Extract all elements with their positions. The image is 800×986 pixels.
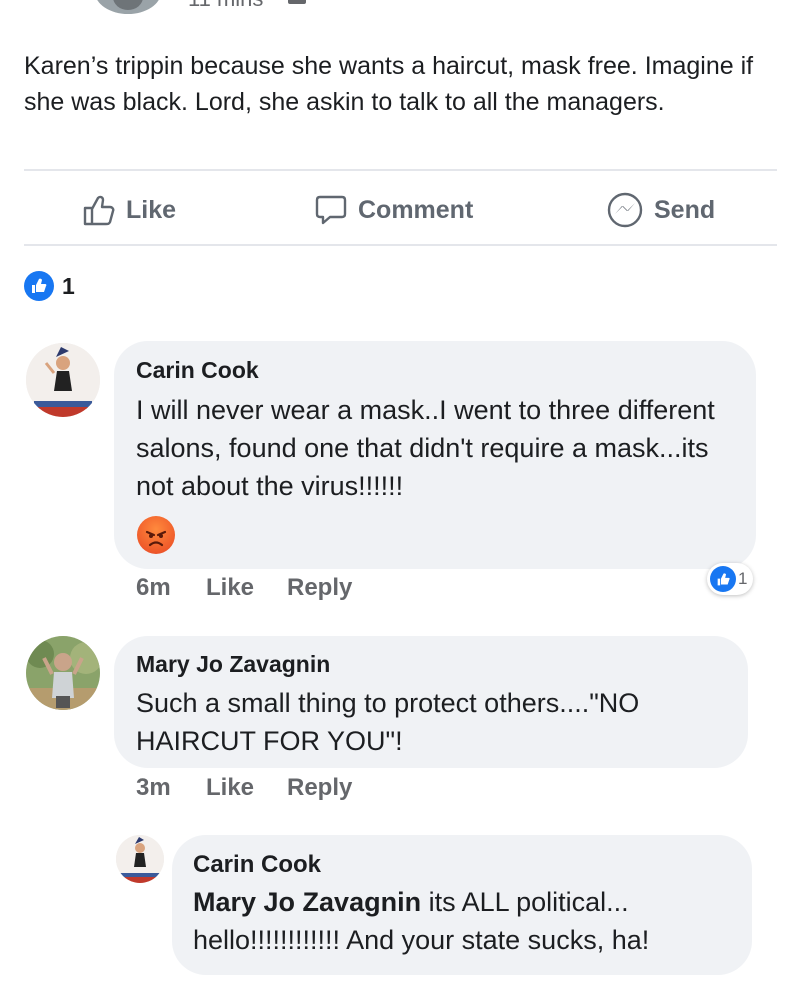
reply-name[interactable]: Carin Cook <box>193 851 321 879</box>
comment-like-link[interactable]: Like <box>206 574 254 602</box>
comment-reaction-badge[interactable]: 1 <box>707 563 754 595</box>
comment-reaction-count: 1 <box>738 569 748 588</box>
author-avatar[interactable] <box>95 0 161 14</box>
angry-reaction-icon <box>137 516 175 554</box>
reaction-count: 1 <box>62 272 75 299</box>
send-label: Send <box>654 195 716 224</box>
commenter-avatar[interactable] <box>26 636 100 710</box>
comment-text: Such a small thing to protect others....… <box>136 688 640 756</box>
send-button[interactable]: Send <box>606 190 715 230</box>
comment-text: I will never wear a mask..I went to thre… <box>136 395 715 501</box>
comment-icon <box>314 193 348 227</box>
comment-like-link[interactable]: Like <box>206 774 254 802</box>
reply-text: Mary Jo Zavagnin its ALL political... he… <box>193 883 738 959</box>
comment-time: 3m <box>136 774 171 801</box>
divider <box>24 169 777 171</box>
like-button[interactable]: Like <box>82 190 176 230</box>
privacy-icon <box>288 0 306 4</box>
like-reaction-icon <box>24 271 54 301</box>
reply-avatar[interactable] <box>116 835 164 883</box>
comment-time: 6m <box>136 574 171 601</box>
commenter-avatar[interactable] <box>26 343 100 417</box>
comment-reply-link[interactable]: Reply <box>287 774 352 802</box>
comment-button[interactable]: Comment <box>314 190 473 230</box>
comment-meta: 3m Like Reply <box>136 774 436 806</box>
comment-label: Comment <box>358 195 474 224</box>
comment-reply-link[interactable]: Reply <box>287 574 352 602</box>
commenter-name[interactable]: Mary Jo Zavagnin <box>136 651 330 678</box>
like-reaction-icon <box>710 566 736 592</box>
like-icon <box>82 193 116 227</box>
mention-link[interactable]: Mary Jo Zavagnin <box>193 887 421 917</box>
commenter-name[interactable]: Carin Cook <box>136 357 259 384</box>
divider <box>24 244 777 246</box>
like-label: Like <box>126 195 177 224</box>
reaction-summary[interactable]: 1 <box>24 271 75 301</box>
post-timestamp: 11 mins <box>188 0 263 12</box>
messenger-icon <box>606 191 644 229</box>
post-text: Karen’s trippin because she wants a hair… <box>24 52 754 116</box>
comment-meta: 6m Like Reply <box>136 574 436 606</box>
